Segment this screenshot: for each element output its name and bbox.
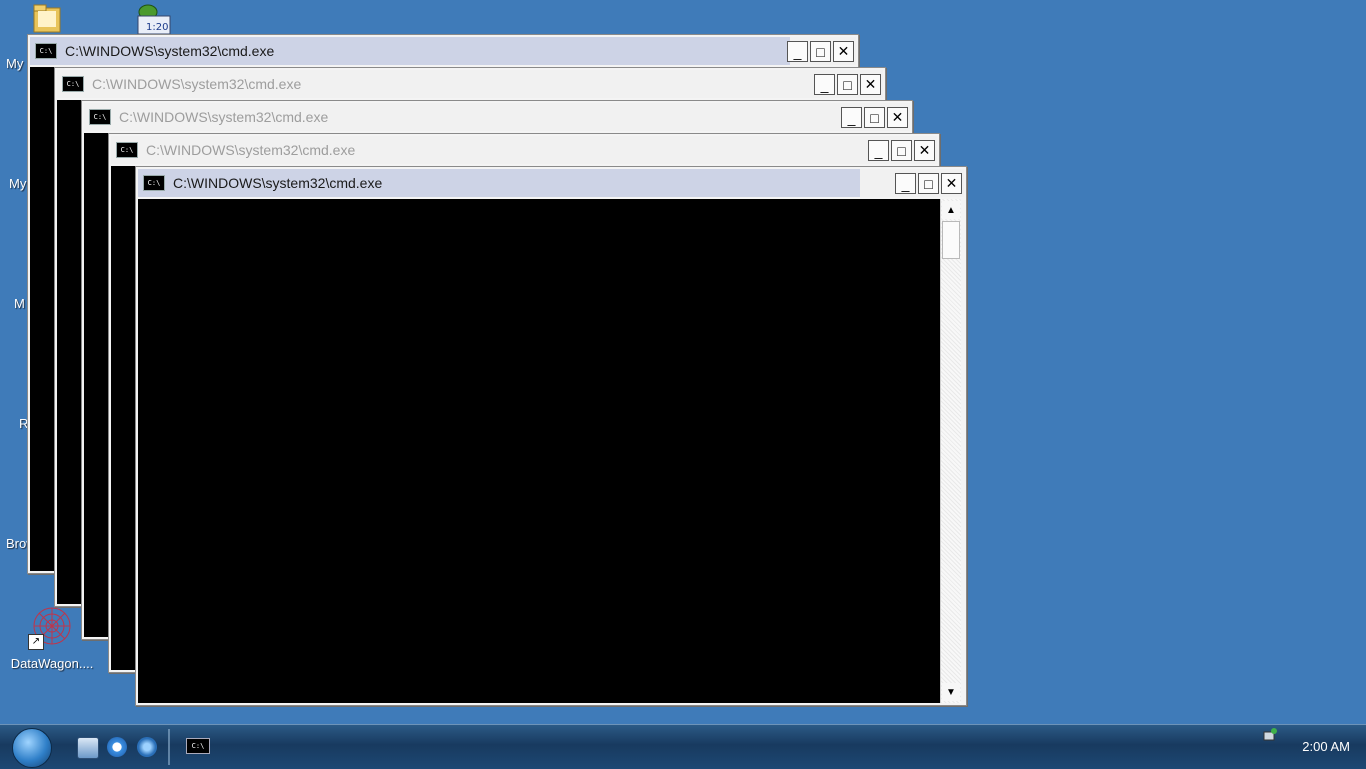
maximize-button[interactable]: □ [864, 107, 885, 128]
taskbar: C:\ 2:00 AM [0, 724, 1366, 769]
cmd-icon: C:\ [62, 76, 84, 92]
title-bar[interactable]: C:\ C:\WINDOWS\system32\cmd.exe _ □ ✕ [30, 37, 856, 65]
maximize-button[interactable]: □ [918, 173, 939, 194]
vertical-scrollbar[interactable]: ▲ ▼ [940, 199, 961, 703]
maximize-button[interactable]: □ [810, 41, 831, 62]
window-title: C:\WINDOWS\system32\cmd.exe [119, 109, 329, 125]
scroll-up-button[interactable]: ▲ [942, 201, 960, 219]
maximize-button[interactable]: □ [891, 140, 912, 161]
close-button[interactable]: ✕ [941, 173, 962, 194]
system-clock[interactable]: 2:00 AM [1302, 739, 1350, 754]
cmd-icon: C:\ [89, 109, 111, 125]
title-bar[interactable]: C:\ C:\WINDOWS\system32\cmd.exe _ □ ✕ [111, 136, 937, 164]
datawagon-label[interactable]: DataWagon.... [6, 656, 98, 671]
taskbar-cmd-button[interactable]: C:\ [183, 731, 213, 761]
close-button[interactable]: ✕ [914, 140, 935, 161]
minimize-button[interactable]: _ [787, 41, 808, 62]
maximize-button[interactable]: □ [837, 74, 858, 95]
cmd-icon: C:\ [35, 43, 57, 59]
folder-icon[interactable] [32, 2, 62, 34]
minimize-button[interactable]: _ [841, 107, 862, 128]
shortcut-arrow-icon: ↗ [28, 634, 44, 650]
title-bar[interactable]: C:\ C:\WINDOWS\system32\cmd.exe _ □ ✕ [57, 70, 883, 98]
title-bar[interactable]: C:\ C:\WINDOWS\system32\cmd.exe _ □ ✕ [138, 169, 964, 197]
taskbar-separator [168, 729, 170, 765]
close-button[interactable]: ✕ [860, 74, 881, 95]
scroll-down-button[interactable]: ▼ [942, 683, 960, 701]
internet-explorer-icon[interactable] [107, 737, 127, 757]
window-title: C:\WINDOWS\system32\cmd.exe [65, 43, 275, 59]
desktop-icon-label[interactable]: My [6, 56, 23, 71]
cmd-window[interactable]: C:\ C:\WINDOWS\system32\cmd.exe _ □ ✕ ▲ … [135, 166, 967, 706]
start-button[interactable] [12, 728, 52, 768]
media-player-icon[interactable] [137, 737, 157, 757]
console-area[interactable] [138, 199, 940, 703]
window-title: C:\WINDOWS\system32\cmd.exe [173, 175, 383, 191]
scheduled-task-icon[interactable]: 1:20 [132, 0, 176, 34]
window-title: C:\WINDOWS\system32\cmd.exe [146, 142, 356, 158]
svg-text:1:20: 1:20 [146, 22, 168, 33]
network-tray-icon[interactable] [1262, 727, 1278, 743]
cmd-icon: C:\ [143, 175, 165, 191]
scroll-thumb[interactable] [942, 221, 960, 259]
desktop-icon-label[interactable]: M [14, 296, 25, 311]
cmd-icon: C:\ [116, 142, 138, 158]
close-button[interactable]: ✕ [833, 41, 854, 62]
title-bar[interactable]: C:\ C:\WINDOWS\system32\cmd.exe _ □ ✕ [84, 103, 910, 131]
minimize-button[interactable]: _ [895, 173, 916, 194]
window-title: C:\WINDOWS\system32\cmd.exe [92, 76, 302, 92]
cmd-icon: C:\ [186, 738, 210, 754]
close-button[interactable]: ✕ [887, 107, 908, 128]
minimize-button[interactable]: _ [868, 140, 889, 161]
desktop-icon-label[interactable]: My [9, 176, 26, 191]
explorer-icon[interactable] [77, 737, 99, 759]
minimize-button[interactable]: _ [814, 74, 835, 95]
